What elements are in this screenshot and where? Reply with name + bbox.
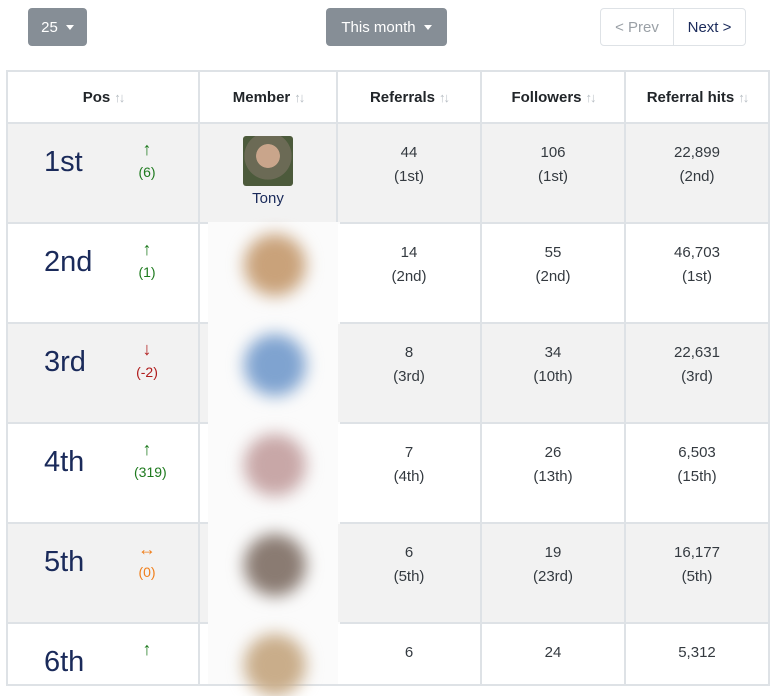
referral-hits-cell: 5,312 [624,622,770,686]
table-header-row: Pos ↑↓ Member ↑↓ Referrals ↑↓ Followers ↑↓ R… [6,70,770,124]
pos-cell: 1st ↑ (6) [6,122,200,224]
table-row: 3rd ↓ (-2) 8 (3rd) 34 (10th) 22,631 (3rd) [6,322,770,426]
referrals-cell: 6 [336,622,482,686]
followers-cell: 55 (2nd) [480,222,626,324]
arrow-up-icon: ↑ [142,139,152,159]
rank-label: 2nd [44,246,93,278]
member-cell[interactable]: Tony [198,122,338,224]
arrow-up-icon: ↑ [142,439,152,459]
followers-cell: 24 [480,622,626,686]
followers-cell: 34 (10th) [480,322,626,424]
avatar[interactable] [244,334,306,396]
followers-cell: 26 (13th) [480,422,626,524]
referrals-cell: 7 (4th) [336,422,482,524]
pos-cell: 6th ↑ [6,622,200,686]
member-cell[interactable] [198,222,340,326]
period-dropdown[interactable]: This month [326,8,447,46]
member-name[interactable]: Tony [200,190,336,207]
per-page-value: 25 [41,18,58,36]
followers-cell: 19 (23rd) [480,522,626,624]
rank-change: ↑ [134,640,160,664]
pos-cell: 2nd ↑ (1) [6,222,200,324]
referral-hits-cell: 22,631 (3rd) [624,322,770,424]
caret-down-icon [65,24,74,30]
rank-label: 1st [44,146,83,178]
referral-hits-cell: 6,503 (15th) [624,422,770,524]
arrow-up-icon: ↑ [142,239,152,259]
rank-change: ↑ (1) [134,240,160,280]
rank-label: 5th [44,546,85,578]
avatar[interactable] [244,234,306,296]
table-row: 6th ↑ 6 24 5,312 [6,622,770,696]
header-referrals[interactable]: Referrals ↑↓ [336,70,482,124]
rank-label: 6th [44,646,85,678]
pos-cell: 5th ↔ (0) [6,522,200,624]
referrals-cell: 14 (2nd) [336,222,482,324]
table-row: 4th ↑ (319) 7 (4th) 26 (13th) 6,503 (15th) [6,422,770,526]
pos-cell: 4th ↑ (319) [6,422,200,524]
per-page-dropdown[interactable]: 25 [28,8,87,46]
sort-arrows-icon: ↑↓ [294,89,305,105]
rank-change: ↑ (319) [134,439,167,480]
rank-label: 4th [44,446,85,478]
table-row: 2nd ↑ (1) 14 (2nd) 55 (2nd) 46,703 (1st) [6,222,770,326]
pos-cell: 3rd ↓ (-2) [6,322,200,424]
referral-hits-cell: 16,177 (5th) [624,522,770,624]
avatar[interactable] [244,534,306,596]
referrals-cell: 44 (1st) [336,122,482,224]
rank-label: 3rd [44,346,86,378]
referrals-cell: 6 (5th) [336,522,482,624]
avatar[interactable] [244,434,306,496]
caret-down-icon [423,24,432,30]
arrow-up-icon: ↑ [142,639,152,659]
referrals-cell: 8 (3rd) [336,322,482,424]
rank-change: ↓ (-2) [134,340,160,380]
member-cell[interactable] [198,522,340,626]
table-row: 1st ↑ (6) Tony 44 (1st) 106 (1st) 22,899 (2n… [6,122,770,224]
sort-arrows-icon: ↑↓ [114,89,125,105]
header-referral-hits[interactable]: Referral hits ↑↓ [624,70,770,124]
referral-hits-cell: 46,703 (1st) [624,222,770,324]
period-value: This month [341,18,416,36]
followers-cell: 106 (1st) [480,122,626,224]
member-cell[interactable] [198,622,340,696]
avatar[interactable] [243,136,293,186]
next-page-button[interactable]: Next > [674,9,745,45]
header-pos[interactable]: Pos ↑↓ [6,70,200,124]
rank-change: ↑ (6) [134,140,160,180]
table-row: 5th ↔ (0) 6 (5th) 19 (23rd) 16,177 (5th) [6,522,770,626]
prev-page-button[interactable]: < Prev [601,9,674,45]
member-cell[interactable] [198,422,340,526]
header-member[interactable]: Member ↑↓ [198,70,338,124]
sort-arrows-icon: ↑↓ [585,89,597,105]
rank-change: ↔ (0) [134,540,160,580]
pagination: < Prev Next > [600,8,746,46]
leaderboard-table: Pos ↑↓ Member ↑↓ Referrals ↑↓ Followers ↑↓ R… [6,70,770,696]
avatar[interactable] [244,634,306,696]
referral-hits-cell: 22,899 (2nd) [624,122,770,224]
sort-arrows-icon: ↑↓ [439,89,450,105]
member-cell[interactable] [198,322,340,426]
header-followers[interactable]: Followers ↑↓ [480,70,626,124]
arrow-left-right-icon: ↔ [138,539,156,559]
sort-arrows-icon: ↑↓ [738,89,749,105]
arrow-down-icon: ↓ [142,339,152,359]
